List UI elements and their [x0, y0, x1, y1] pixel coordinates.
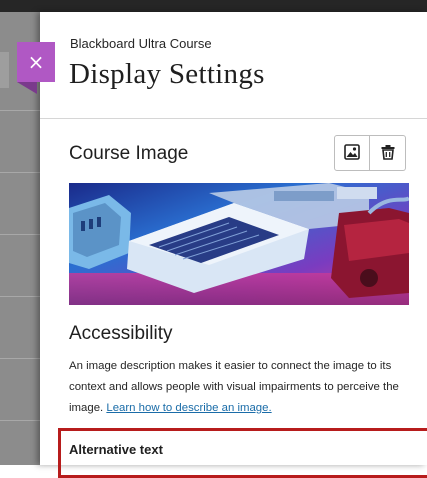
background-divider — [0, 296, 40, 297]
top-bar — [0, 0, 427, 12]
close-button-tail — [17, 82, 37, 94]
background-divider — [0, 420, 40, 421]
change-image-button[interactable] — [334, 135, 370, 171]
accessibility-description: An image description makes it easier to … — [69, 356, 414, 419]
background-divider — [0, 234, 40, 235]
trash-icon — [380, 144, 396, 163]
background-divider — [0, 172, 40, 173]
page-title: Display Settings — [69, 58, 265, 90]
background-divider — [0, 110, 40, 111]
close-button[interactable]: × — [17, 42, 55, 82]
alternative-text-label: Alternative text — [69, 442, 163, 457]
image-edit-icon — [344, 143, 360, 163]
background-tab — [0, 52, 9, 88]
course-banner-image — [69, 183, 409, 305]
learn-more-link[interactable]: Learn how to describe an image. — [106, 402, 271, 414]
delete-image-button[interactable] — [370, 135, 406, 171]
background-divider — [0, 358, 40, 359]
course-name: Blackboard Ultra Course — [70, 36, 212, 51]
header-divider — [40, 118, 427, 119]
course-image-heading: Course Image — [69, 143, 189, 164]
accessibility-heading: Accessibility — [69, 323, 173, 344]
